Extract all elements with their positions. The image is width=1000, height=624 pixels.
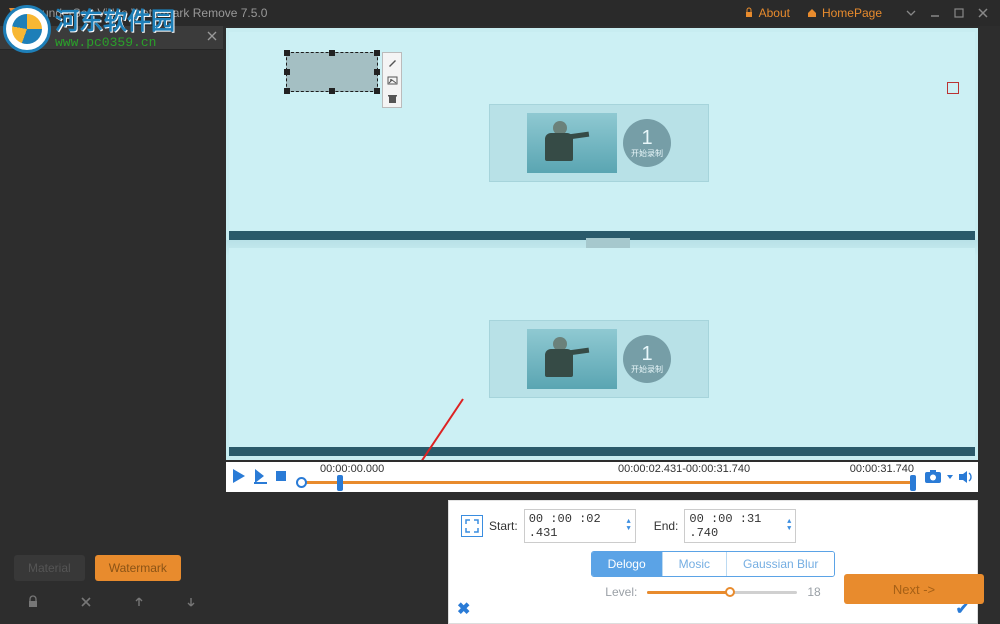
preview-inner-window-top: 1 开始录制 <box>489 104 709 182</box>
selection-rectangle[interactable] <box>286 52 378 92</box>
about-link[interactable]: About <box>743 6 790 20</box>
resize-handle-bl[interactable] <box>284 88 290 94</box>
start-spinner-down[interactable]: ▼ <box>626 526 630 533</box>
end-label: End: <box>654 519 679 533</box>
time-end: 00:00:31.740 <box>850 463 914 475</box>
resize-handle-bm[interactable] <box>329 88 335 94</box>
tab-material[interactable]: Material <box>14 555 85 581</box>
mode-tabs: Delogo Mosic Gaussian Blur <box>591 551 836 577</box>
file-row[interactable] <box>0 26 223 50</box>
level-label: Level: <box>605 585 637 599</box>
end-spinner-down[interactable]: ▼ <box>787 526 791 533</box>
snapshot-dropdown-icon[interactable] <box>946 469 954 485</box>
playback-bar: 00:00:00.000 00:00:02.431-00:00:31.740 0… <box>226 462 978 492</box>
stop-button[interactable] <box>274 469 288 486</box>
window-title: ThunderSoft Video Watermark Remove 7.5.0 <box>28 6 267 20</box>
level-value: 18 <box>807 585 820 599</box>
volume-button[interactable] <box>958 469 974 485</box>
watermark-settings-panel: Start: 00 :00 :02 .431 ▲▼ End: 00 :00 :3… <box>448 500 978 624</box>
time-current: 00:00:00.000 <box>320 463 384 475</box>
play-button[interactable] <box>230 467 248 488</box>
next-button[interactable]: Next -> <box>844 574 984 604</box>
start-time-input[interactable]: 00 :00 :02 .431 ▲▼ <box>524 509 636 543</box>
selection-toolbar <box>382 52 402 108</box>
sidebar-actions <box>0 585 223 618</box>
range-start-handle[interactable] <box>337 475 343 491</box>
maximize-button[interactable] <box>948 4 970 22</box>
pin-button[interactable] <box>900 4 922 22</box>
homepage-link[interactable]: HomePage <box>806 6 882 20</box>
resize-handle-mr[interactable] <box>374 69 380 75</box>
sel-image-icon[interactable] <box>383 71 401 89</box>
resize-handle-br[interactable] <box>374 88 380 94</box>
resize-handle-tr[interactable] <box>374 50 380 56</box>
level-slider-knob[interactable] <box>725 587 735 597</box>
resize-handle-tl[interactable] <box>284 50 290 56</box>
mode-delogo[interactable]: Delogo <box>592 552 663 576</box>
resize-handle-ml[interactable] <box>284 69 290 75</box>
step-button[interactable] <box>252 467 270 488</box>
tab-watermark[interactable]: Watermark <box>95 555 181 581</box>
video-preview[interactable]: 1 开始录制 1 开始 <box>226 28 978 460</box>
lock-icon <box>743 7 755 19</box>
mode-gaussian[interactable]: Gaussian Blur <box>727 552 834 576</box>
app-icon <box>6 5 22 21</box>
end-time-input[interactable]: 00 :00 :31 .740 ▲▼ <box>684 509 796 543</box>
home-icon <box>806 7 818 19</box>
main-area: 1 开始录制 1 开始 <box>223 26 1000 618</box>
badge-text: 开始录制 <box>631 148 663 159</box>
titlebar: ThunderSoft Video Watermark Remove 7.5.0… <box>0 0 1000 26</box>
badge-number: 1 <box>641 128 652 148</box>
level-slider[interactable] <box>647 585 797 599</box>
seek-knob[interactable] <box>296 477 307 488</box>
start-label: Start: <box>489 519 518 533</box>
lock-icon[interactable] <box>26 595 40 612</box>
time-range: 00:00:02.431-00:00:31.740 <box>618 463 750 475</box>
sidebar: Material Watermark <box>0 26 223 618</box>
preview-inner-window-bottom: 1 开始录制 <box>489 320 709 398</box>
range-end-handle[interactable] <box>910 475 916 491</box>
delete-icon[interactable] <box>80 595 92 612</box>
resize-handle-tm[interactable] <box>329 50 335 56</box>
file-close-icon[interactable] <box>207 31 217 44</box>
minimize-button[interactable] <box>924 4 946 22</box>
down-arrow-icon[interactable] <box>185 595 197 612</box>
mode-mosic[interactable]: Mosic <box>663 552 727 576</box>
snapshot-button[interactable] <box>924 469 942 485</box>
panel-cancel-icon[interactable]: ✖ <box>457 599 470 619</box>
seek-bar[interactable]: 00:00:00.000 00:00:02.431-00:00:31.740 0… <box>298 463 914 491</box>
sel-edit-icon[interactable] <box>383 53 401 71</box>
fullscreen-select-button[interactable] <box>461 515 483 537</box>
up-arrow-icon[interactable] <box>133 595 145 612</box>
sel-delete-icon[interactable] <box>383 89 401 107</box>
close-button[interactable] <box>972 4 994 22</box>
